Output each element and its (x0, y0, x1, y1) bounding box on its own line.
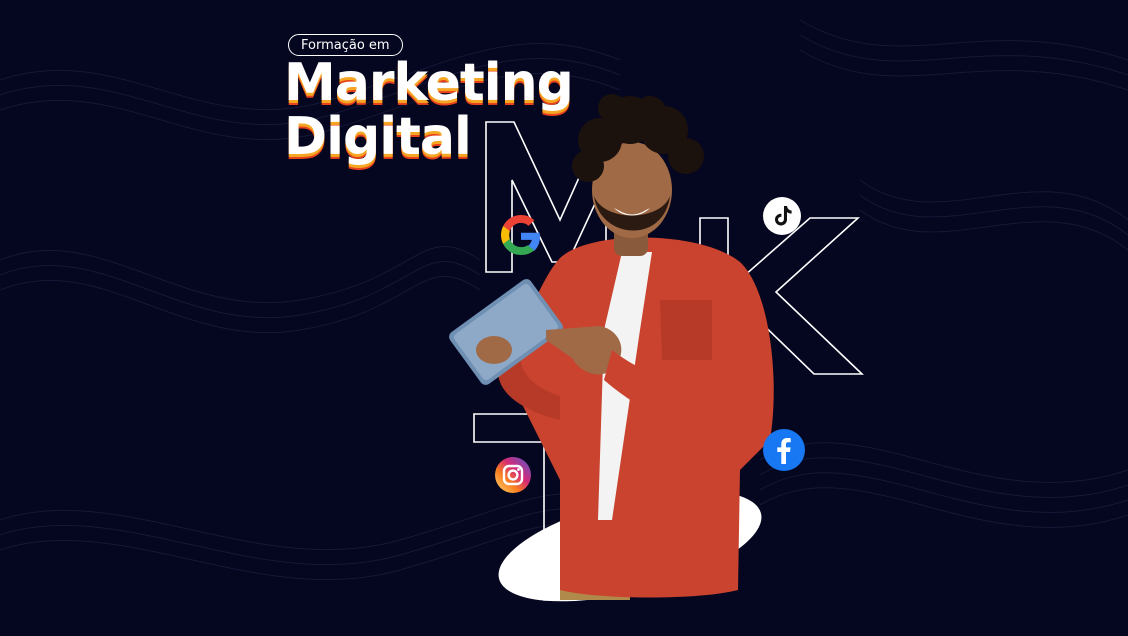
person-with-tablet-illustration (449, 94, 774, 602)
tiktok-icon (763, 197, 801, 235)
google-icon (501, 215, 540, 255)
instagram-icon (495, 457, 531, 493)
banner: Formação em Marketing Digital (0, 0, 1128, 636)
facebook-icon (763, 429, 805, 471)
